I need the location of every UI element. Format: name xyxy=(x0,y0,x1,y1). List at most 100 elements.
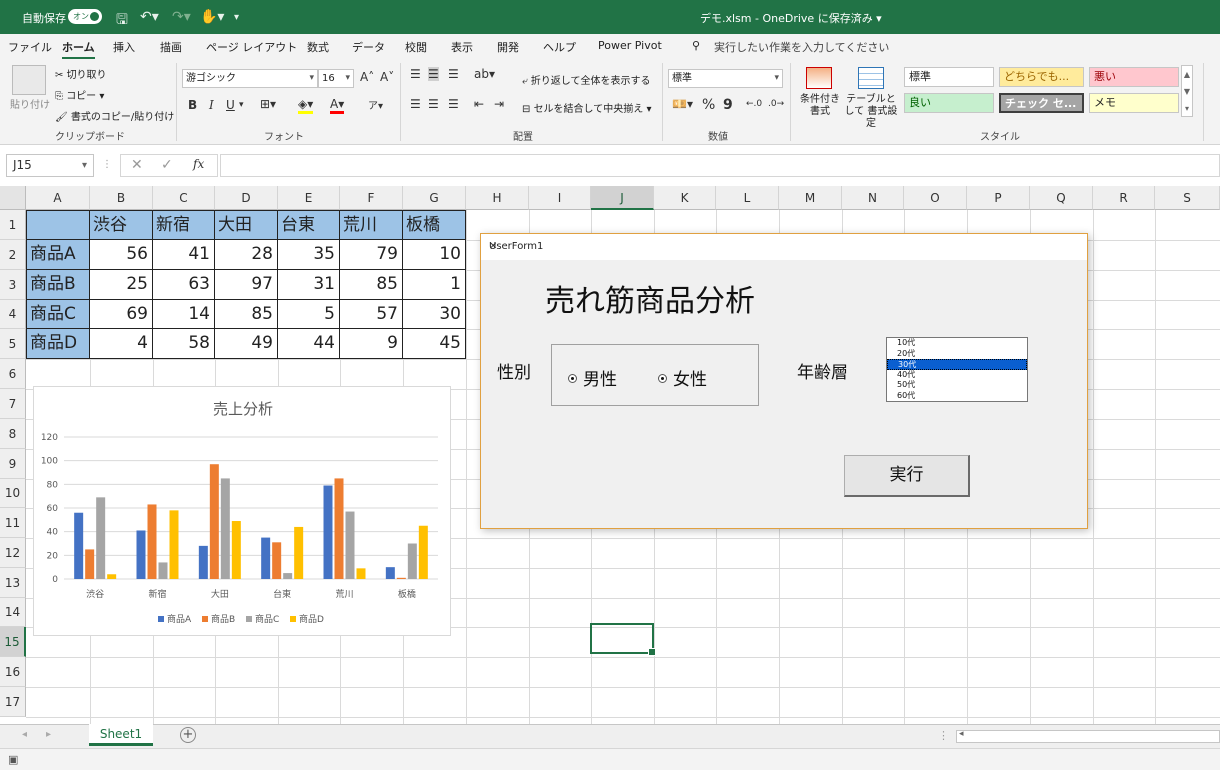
bar-商品C-大田[interactable] xyxy=(220,478,230,579)
italic-button[interactable]: I xyxy=(209,98,214,112)
row-label-cell[interactable]: 商品C xyxy=(26,299,91,329)
bar-商品C-台東[interactable] xyxy=(283,573,293,579)
value-cell[interactable]: 63 xyxy=(152,269,215,300)
column-header-j[interactable]: J xyxy=(591,186,654,210)
paste-button[interactable]: 貼り付け xyxy=(10,96,50,111)
copy-button[interactable]: ⎘ コピー ▾ xyxy=(55,87,104,102)
value-cell[interactable]: 85 xyxy=(214,299,278,329)
row-header-9[interactable]: 9 xyxy=(0,449,26,479)
sheet-tab-sheet1[interactable]: Sheet1 xyxy=(89,724,153,746)
bar-商品A-荒川[interactable] xyxy=(323,485,333,579)
align-left-icon[interactable]: ☰ xyxy=(410,97,421,111)
align-middle-icon[interactable]: ☰ xyxy=(428,67,439,81)
row-header-13[interactable]: 13 xyxy=(0,568,26,598)
close-icon[interactable]: ✕ xyxy=(489,241,1079,252)
value-cell[interactable]: 79 xyxy=(339,239,403,270)
sales-chart[interactable]: 売上分析 0 20 40 60 80 100 120 渋谷 新宿 大田 台東 荒川 板橋 商品A 商品B 商品C… xyxy=(33,386,451,636)
bar-商品C-渋谷[interactable] xyxy=(96,497,106,579)
merge-center-button[interactable]: ⊟ セルを結合して中央揃え ▾ xyxy=(522,100,651,115)
age-option[interactable]: 30代 xyxy=(887,359,1027,370)
value-cell[interactable]: 25 xyxy=(89,269,153,300)
age-option[interactable]: 20代 xyxy=(887,349,1027,360)
fill-color-icon[interactable]: ◈▾ xyxy=(298,97,314,114)
tab-0[interactable]: ファイル xyxy=(8,39,52,55)
value-cell[interactable]: 97 xyxy=(214,269,278,300)
value-cell[interactable]: 14 xyxy=(152,299,215,329)
font-color-icon[interactable]: A▾ xyxy=(330,97,345,114)
header-cell-1[interactable]: 新宿 xyxy=(152,210,215,241)
phonetic-icon[interactable]: ア▾ xyxy=(368,97,383,112)
cell-style-0[interactable]: 標準 xyxy=(904,67,994,87)
currency-icon[interactable]: 💴▾ xyxy=(672,97,693,111)
value-cell[interactable]: 5 xyxy=(277,299,340,329)
bar-商品B-渋谷[interactable] xyxy=(85,549,95,579)
row-header-12[interactable]: 12 xyxy=(0,538,26,568)
decrease-indent-icon[interactable]: ⇤ xyxy=(474,97,484,111)
age-option[interactable]: 40代 xyxy=(887,370,1027,381)
male-radio[interactable]: 男性 xyxy=(568,365,617,390)
format-as-table-icon[interactable] xyxy=(858,67,884,89)
column-header-b[interactable]: B xyxy=(90,186,153,210)
redo-icon[interactable]: ↷▾ xyxy=(172,9,191,25)
add-sheet-icon[interactable]: + xyxy=(180,727,196,743)
bar-商品B-新宿[interactable] xyxy=(147,504,157,579)
column-header-h[interactable]: H xyxy=(466,186,529,210)
align-center-icon[interactable]: ☰ xyxy=(428,97,439,111)
autosave-toggle[interactable]: オン xyxy=(68,9,102,24)
bar-商品D-台東[interactable] xyxy=(294,526,304,579)
row-header-5[interactable]: 5 xyxy=(0,329,26,359)
row-header-6[interactable]: 6 xyxy=(0,359,26,389)
cell-style-4[interactable]: チェック セ... xyxy=(999,93,1084,113)
column-header-g[interactable]: G xyxy=(403,186,466,210)
formula-input[interactable] xyxy=(220,154,1220,177)
table-corner-cell[interactable] xyxy=(26,210,91,241)
tab-2[interactable]: 挿入 xyxy=(113,39,135,55)
row-header-10[interactable]: 10 xyxy=(0,479,26,508)
column-header-d[interactable]: D xyxy=(215,186,278,210)
tab-9[interactable]: 開発 xyxy=(497,39,519,55)
bar-商品C-板橋[interactable] xyxy=(407,543,417,580)
cancel-icon[interactable]: ✕ xyxy=(131,157,143,173)
column-header-n[interactable]: N xyxy=(842,186,904,210)
styles-scroll-icon[interactable]: ▲ ▼ ▾ xyxy=(1181,65,1193,117)
bar-商品A-渋谷[interactable] xyxy=(74,512,84,579)
decrease-decimal-icon[interactable]: .0→ xyxy=(768,99,784,109)
conditional-format-button[interactable]: 条件付き 書式 xyxy=(798,94,842,118)
touch-mode-icon[interactable]: ✋▾ xyxy=(200,9,224,25)
bar-商品B-荒川[interactable] xyxy=(334,478,344,579)
document-title[interactable]: デモ.xlsm - OneDrive に保存済み ▾ xyxy=(700,10,882,26)
value-cell[interactable]: 41 xyxy=(152,239,215,270)
row-header-8[interactable]: 8 xyxy=(0,419,26,449)
tab-11[interactable]: Power Pivot xyxy=(598,39,662,52)
column-header-l[interactable]: L xyxy=(716,186,779,210)
row-label-cell[interactable]: 商品B xyxy=(26,269,91,300)
bar-商品B-大田[interactable] xyxy=(209,464,219,579)
bar-商品A-大田[interactable] xyxy=(198,545,208,579)
format-as-table-button[interactable]: テーブルとして 書式設定 xyxy=(842,94,900,130)
column-header-q[interactable]: Q xyxy=(1030,186,1093,210)
value-cell[interactable]: 69 xyxy=(89,299,153,329)
percent-button[interactable]: % xyxy=(702,97,715,113)
row-header-7[interactable]: 7 xyxy=(0,389,26,419)
age-option[interactable]: 10代 xyxy=(887,338,1027,349)
row-header-16[interactable]: 16 xyxy=(0,657,26,687)
bar-商品D-新宿[interactable] xyxy=(169,510,179,579)
header-cell-0[interactable]: 渋谷 xyxy=(89,210,153,241)
row-header-1[interactable]: 1 xyxy=(0,210,26,240)
splitter-icon[interactable]: ⋮ xyxy=(938,729,949,742)
enter-icon[interactable]: ✓ xyxy=(161,157,173,173)
value-cell[interactable]: 31 xyxy=(277,269,340,300)
align-bottom-icon[interactable]: ☰ xyxy=(448,67,459,81)
font-name-combo[interactable]: 游ゴシック xyxy=(182,69,318,88)
bar-商品D-板橋[interactable] xyxy=(418,525,428,579)
bar-商品D-渋谷[interactable] xyxy=(107,574,117,579)
bar-商品C-荒川[interactable] xyxy=(345,511,355,579)
row-label-cell[interactable]: 商品D xyxy=(26,328,91,359)
column-header-s[interactable]: S xyxy=(1155,186,1220,210)
value-cell[interactable]: 10 xyxy=(402,239,466,270)
next-sheet-icon[interactable]: ▸ xyxy=(46,729,51,740)
value-cell[interactable]: 56 xyxy=(89,239,153,270)
value-cell[interactable]: 45 xyxy=(402,328,466,359)
bar-商品D-大田[interactable] xyxy=(231,521,241,579)
cell-style-3[interactable]: 良い xyxy=(904,93,994,113)
